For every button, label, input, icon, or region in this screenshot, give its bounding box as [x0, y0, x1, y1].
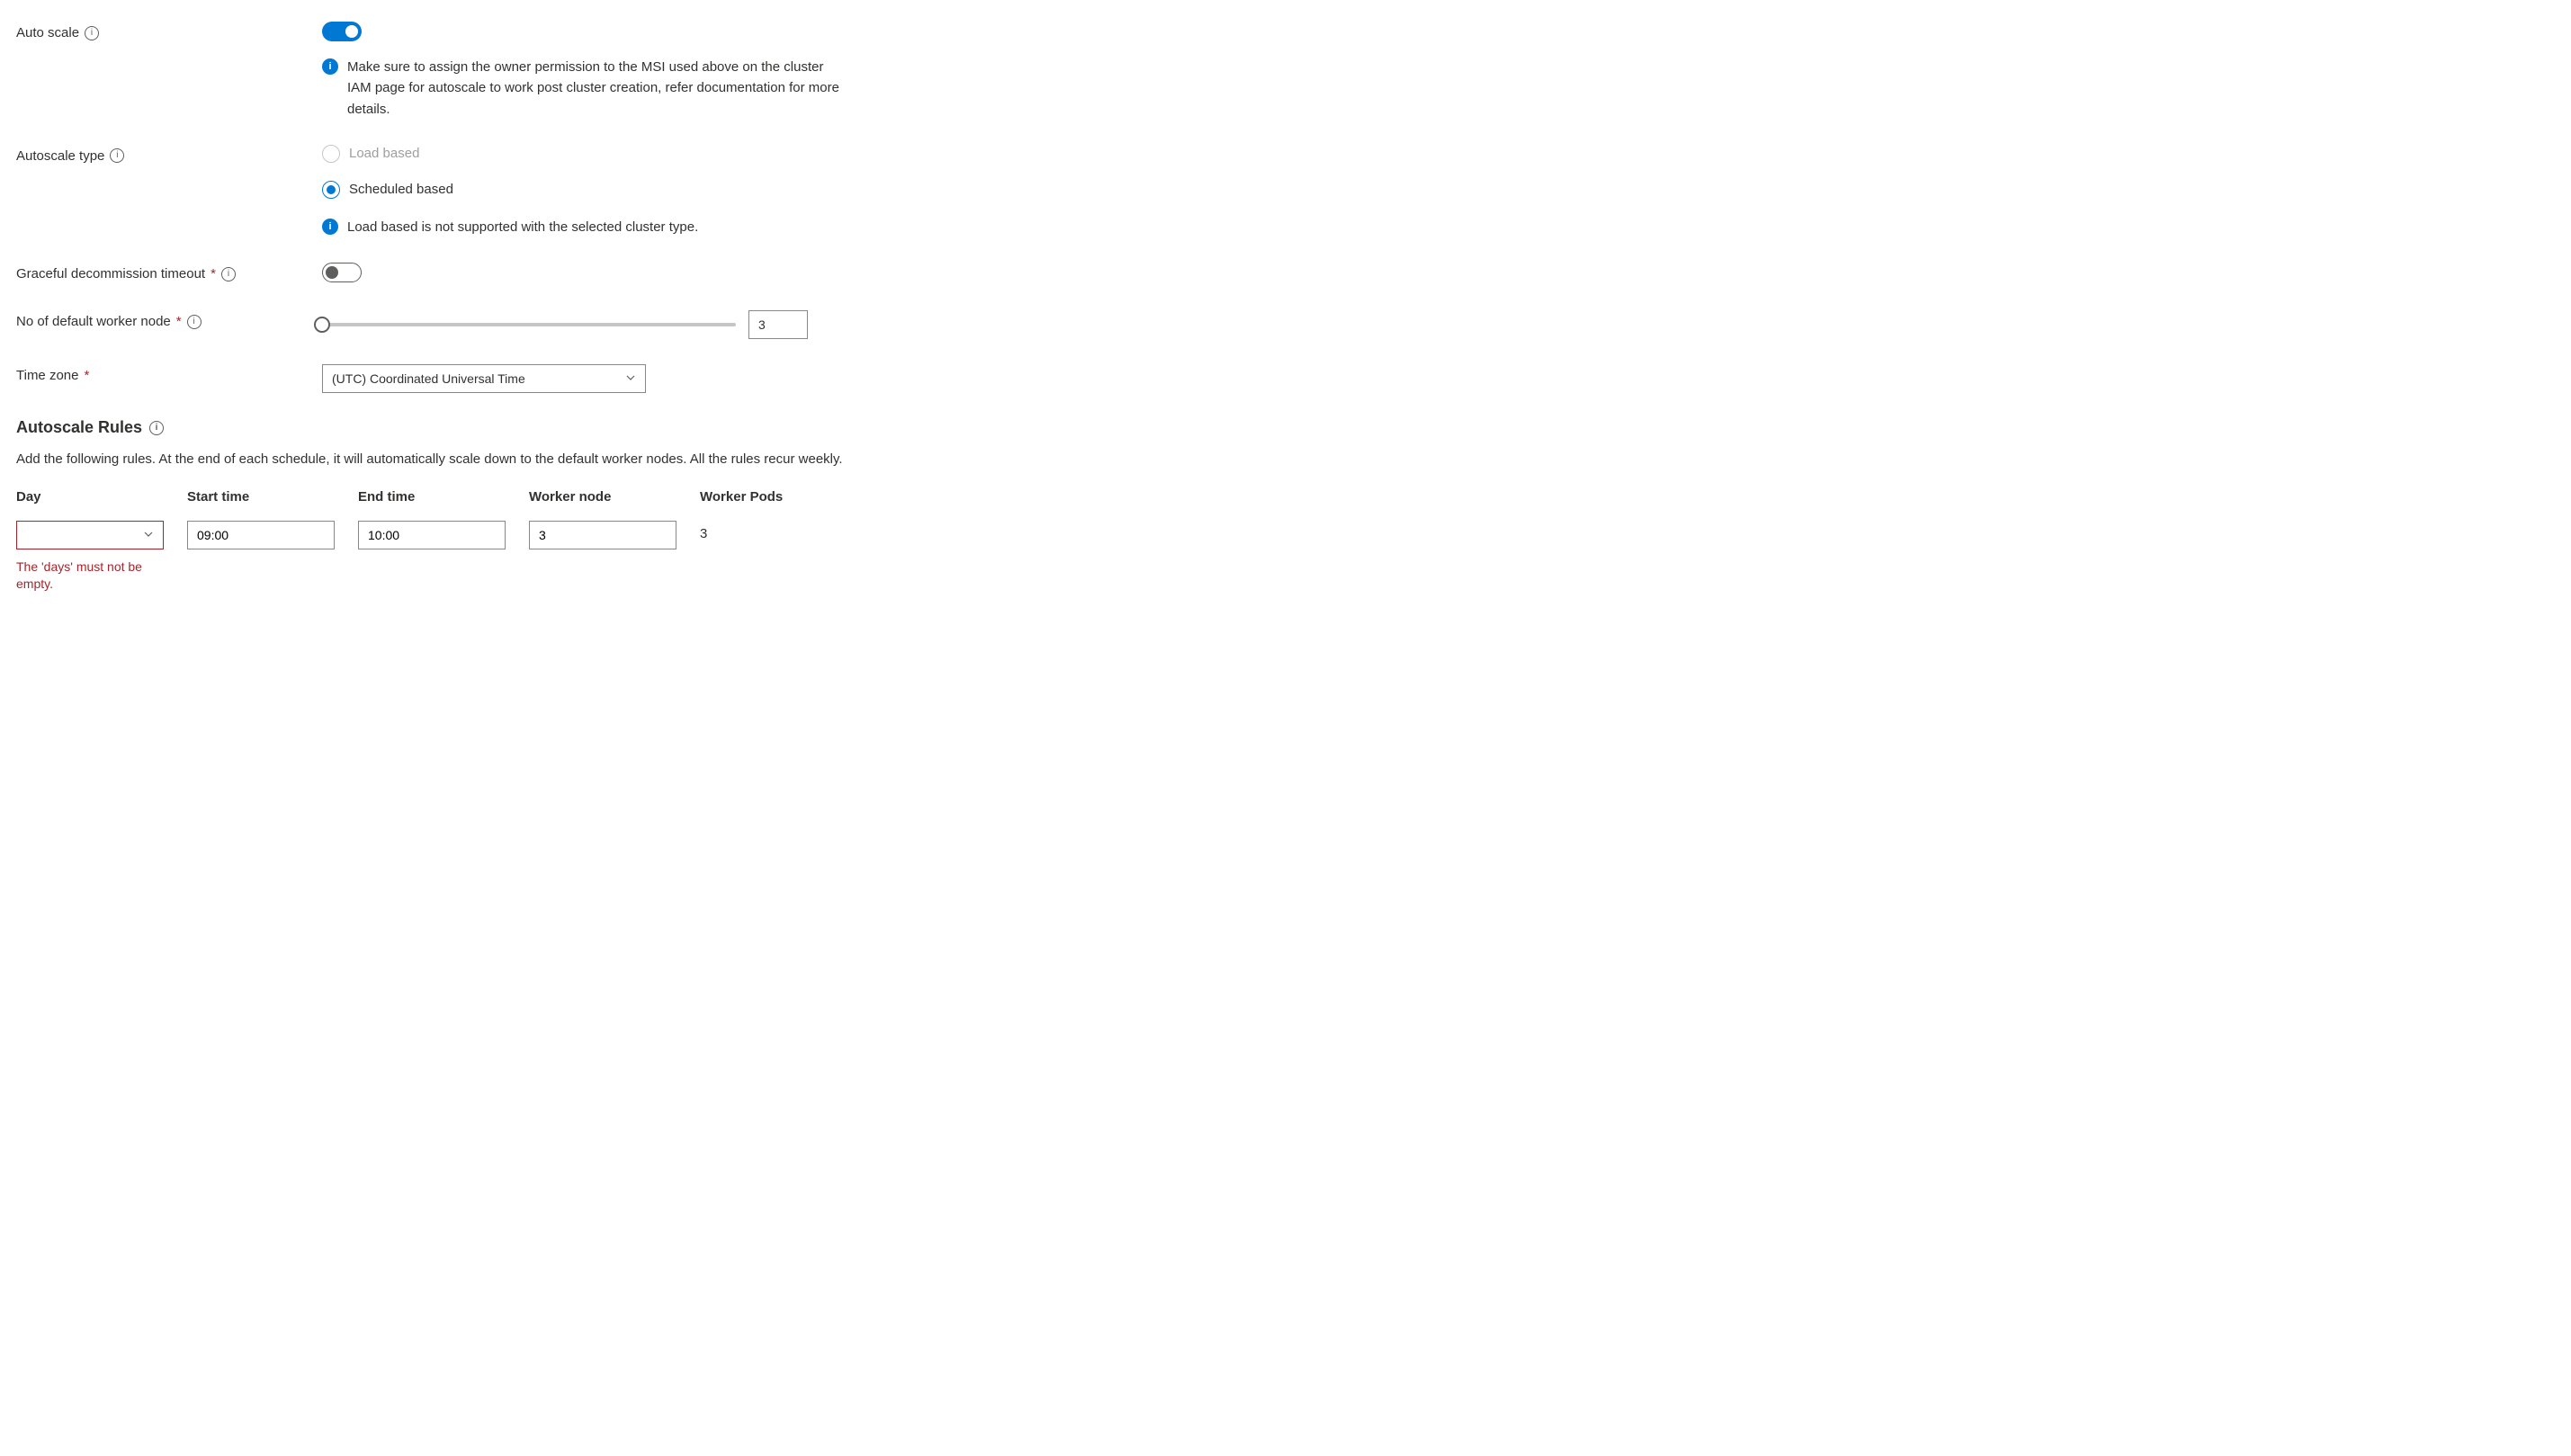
timezone-select[interactable]: (UTC) Coordinated Universal Time: [322, 364, 646, 393]
worker-node-input[interactable]: [748, 310, 808, 339]
day-select[interactable]: [16, 521, 164, 549]
autoscale-rules-desc: Add the following rules. At the end of e…: [16, 450, 844, 469]
cell-worker: [529, 521, 700, 549]
worker-node-rule-input[interactable]: [529, 521, 676, 549]
autoscale-rules-heading-text: Autoscale Rules: [16, 418, 142, 437]
autoscale-type-label: Autoscale type i: [16, 145, 322, 164]
info-icon[interactable]: i: [221, 267, 236, 281]
toggle-knob: [326, 266, 338, 279]
autoscale-type-radio-group: Load based Scheduled based i Load based …: [322, 145, 880, 237]
info-icon[interactable]: i: [85, 26, 99, 40]
graceful-label-text: Graceful decommission timeout: [16, 266, 205, 281]
cell-day: The 'days' must not be empty.: [16, 521, 187, 594]
timezone-value: (UTC) Coordinated Universal Time: [332, 371, 525, 386]
radio-scheduled-based[interactable]: Scheduled based: [322, 181, 880, 199]
radio-load-based: Load based: [322, 145, 880, 163]
worker-node-control: [322, 310, 880, 339]
auto-scale-info-banner: i Make sure to assign the owner permissi…: [322, 57, 844, 120]
auto-scale-label-text: Auto scale: [16, 25, 79, 40]
start-time-input[interactable]: [187, 521, 335, 549]
radio-scheduled-based-label: Scheduled based: [349, 182, 453, 197]
timezone-label: Time zone *: [16, 364, 322, 383]
required-asterisk: *: [84, 368, 89, 383]
autoscale-type-label-text: Autoscale type: [16, 148, 104, 164]
col-end: End time: [358, 489, 529, 505]
rules-table-header: Day Start time End time Worker node Work…: [16, 489, 880, 505]
auto-scale-toggle[interactable]: [322, 22, 362, 41]
chevron-down-icon: [625, 371, 636, 386]
chevron-down-icon: [143, 528, 154, 542]
toggle-knob: [345, 25, 358, 38]
info-badge-icon: i: [322, 219, 338, 235]
radio-load-based-input: [322, 145, 340, 163]
slider-thumb[interactable]: [314, 317, 330, 333]
worker-node-row: No of default worker node * i: [16, 310, 2555, 339]
autoscale-type-row: Autoscale type i Load based Scheduled ba…: [16, 145, 2555, 237]
graceful-toggle[interactable]: [322, 263, 362, 282]
rules-table: Day Start time End time Worker node Work…: [16, 489, 880, 594]
day-error-message: The 'days' must not be empty.: [16, 558, 164, 594]
info-badge-icon: i: [322, 58, 338, 75]
autoscale-type-note: i Load based is not supported with the s…: [322, 217, 844, 237]
timezone-control: (UTC) Coordinated Universal Time: [322, 364, 880, 393]
timezone-row: Time zone * (UTC) Coordinated Universal …: [16, 364, 2555, 393]
autoscale-type-note-text: Load based is not supported with the sel…: [347, 217, 698, 237]
end-time-input[interactable]: [358, 521, 506, 549]
col-day: Day: [16, 489, 187, 505]
worker-node-label: No of default worker node * i: [16, 310, 322, 329]
worker-node-slider[interactable]: [322, 323, 736, 326]
col-worker: Worker node: [529, 489, 700, 505]
graceful-label: Graceful decommission timeout * i: [16, 263, 322, 281]
worker-node-slider-row: [322, 310, 880, 339]
autoscale-rules-heading: Autoscale Rules i: [16, 418, 2555, 437]
worker-pods-value: 3: [700, 521, 849, 541]
radio-load-based-label: Load based: [349, 146, 419, 161]
col-pods: Worker Pods: [700, 489, 871, 505]
auto-scale-info-text: Make sure to assign the owner permission…: [347, 57, 844, 120]
info-icon[interactable]: i: [187, 315, 202, 329]
required-asterisk: *: [176, 314, 182, 329]
cell-start: [187, 521, 358, 549]
graceful-control: [322, 263, 880, 285]
auto-scale-row: Auto scale i i Make sure to assign the o…: [16, 22, 2555, 120]
timezone-label-text: Time zone: [16, 368, 78, 383]
info-icon[interactable]: i: [110, 148, 124, 163]
graceful-row: Graceful decommission timeout * i: [16, 263, 2555, 285]
info-icon[interactable]: i: [149, 421, 164, 435]
rules-table-row: The 'days' must not be empty. 3: [16, 521, 880, 594]
autoscale-type-control: Load based Scheduled based i Load based …: [322, 145, 880, 237]
radio-scheduled-based-input[interactable]: [322, 181, 340, 199]
required-asterisk: *: [211, 266, 216, 281]
cell-end: [358, 521, 529, 549]
col-start: Start time: [187, 489, 358, 505]
auto-scale-label: Auto scale i: [16, 22, 322, 40]
worker-node-label-text: No of default worker node: [16, 314, 171, 329]
auto-scale-control: i Make sure to assign the owner permissi…: [322, 22, 880, 120]
cell-pods: 3: [700, 521, 871, 541]
